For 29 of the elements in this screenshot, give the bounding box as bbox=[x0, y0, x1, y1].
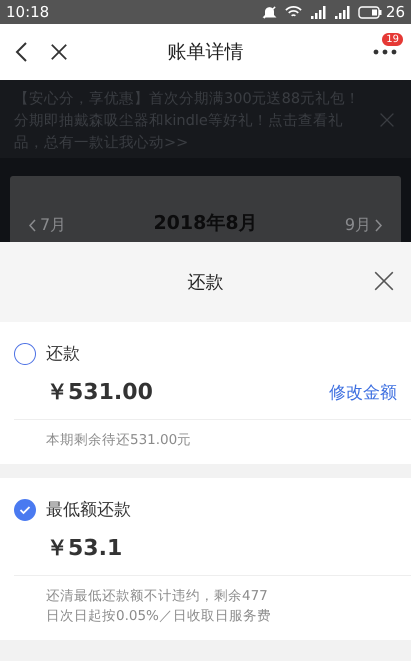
back-button[interactable] bbox=[14, 41, 28, 63]
option-label: 最低额还款 bbox=[46, 499, 131, 521]
note-text: 还清最低还款额不计违约，剩余477 bbox=[46, 587, 269, 606]
page-title: 账单详情 bbox=[168, 41, 244, 63]
previous-month-button[interactable]: 7月 bbox=[40, 215, 66, 236]
chevron-left-icon bbox=[28, 219, 36, 232]
chevron-right-icon bbox=[375, 219, 383, 232]
signal-icon bbox=[334, 6, 350, 18]
option-label: 还款 bbox=[46, 343, 80, 365]
battery-icon bbox=[358, 6, 382, 18]
more-icon bbox=[373, 49, 397, 55]
notification-badge: 19 bbox=[382, 33, 403, 46]
battery-level: 26 bbox=[386, 3, 405, 21]
amount-text: ￥531.00 bbox=[46, 379, 154, 407]
muted-bell-icon bbox=[262, 4, 277, 20]
radio-button[interactable] bbox=[14, 498, 36, 520]
note-text: 本期剩余待还531.00元 bbox=[46, 431, 192, 450]
edit-amount-link[interactable]: 修改金额 bbox=[329, 380, 397, 404]
note-text: 日次日起按0.05%／日收取日服务费 bbox=[46, 607, 272, 626]
sheet-title: 还款 bbox=[188, 271, 224, 294]
check-icon bbox=[19, 504, 31, 514]
close-button[interactable] bbox=[373, 270, 395, 292]
signal-icon bbox=[310, 6, 326, 18]
close-button[interactable] bbox=[50, 43, 68, 61]
radio-button[interactable] bbox=[14, 342, 36, 364]
next-month-button[interactable]: 9月 bbox=[344, 215, 371, 236]
wifi-icon bbox=[284, 5, 302, 19]
amount-text: ￥53.1 bbox=[46, 535, 124, 563]
clock-time: 10:18 bbox=[6, 3, 50, 21]
